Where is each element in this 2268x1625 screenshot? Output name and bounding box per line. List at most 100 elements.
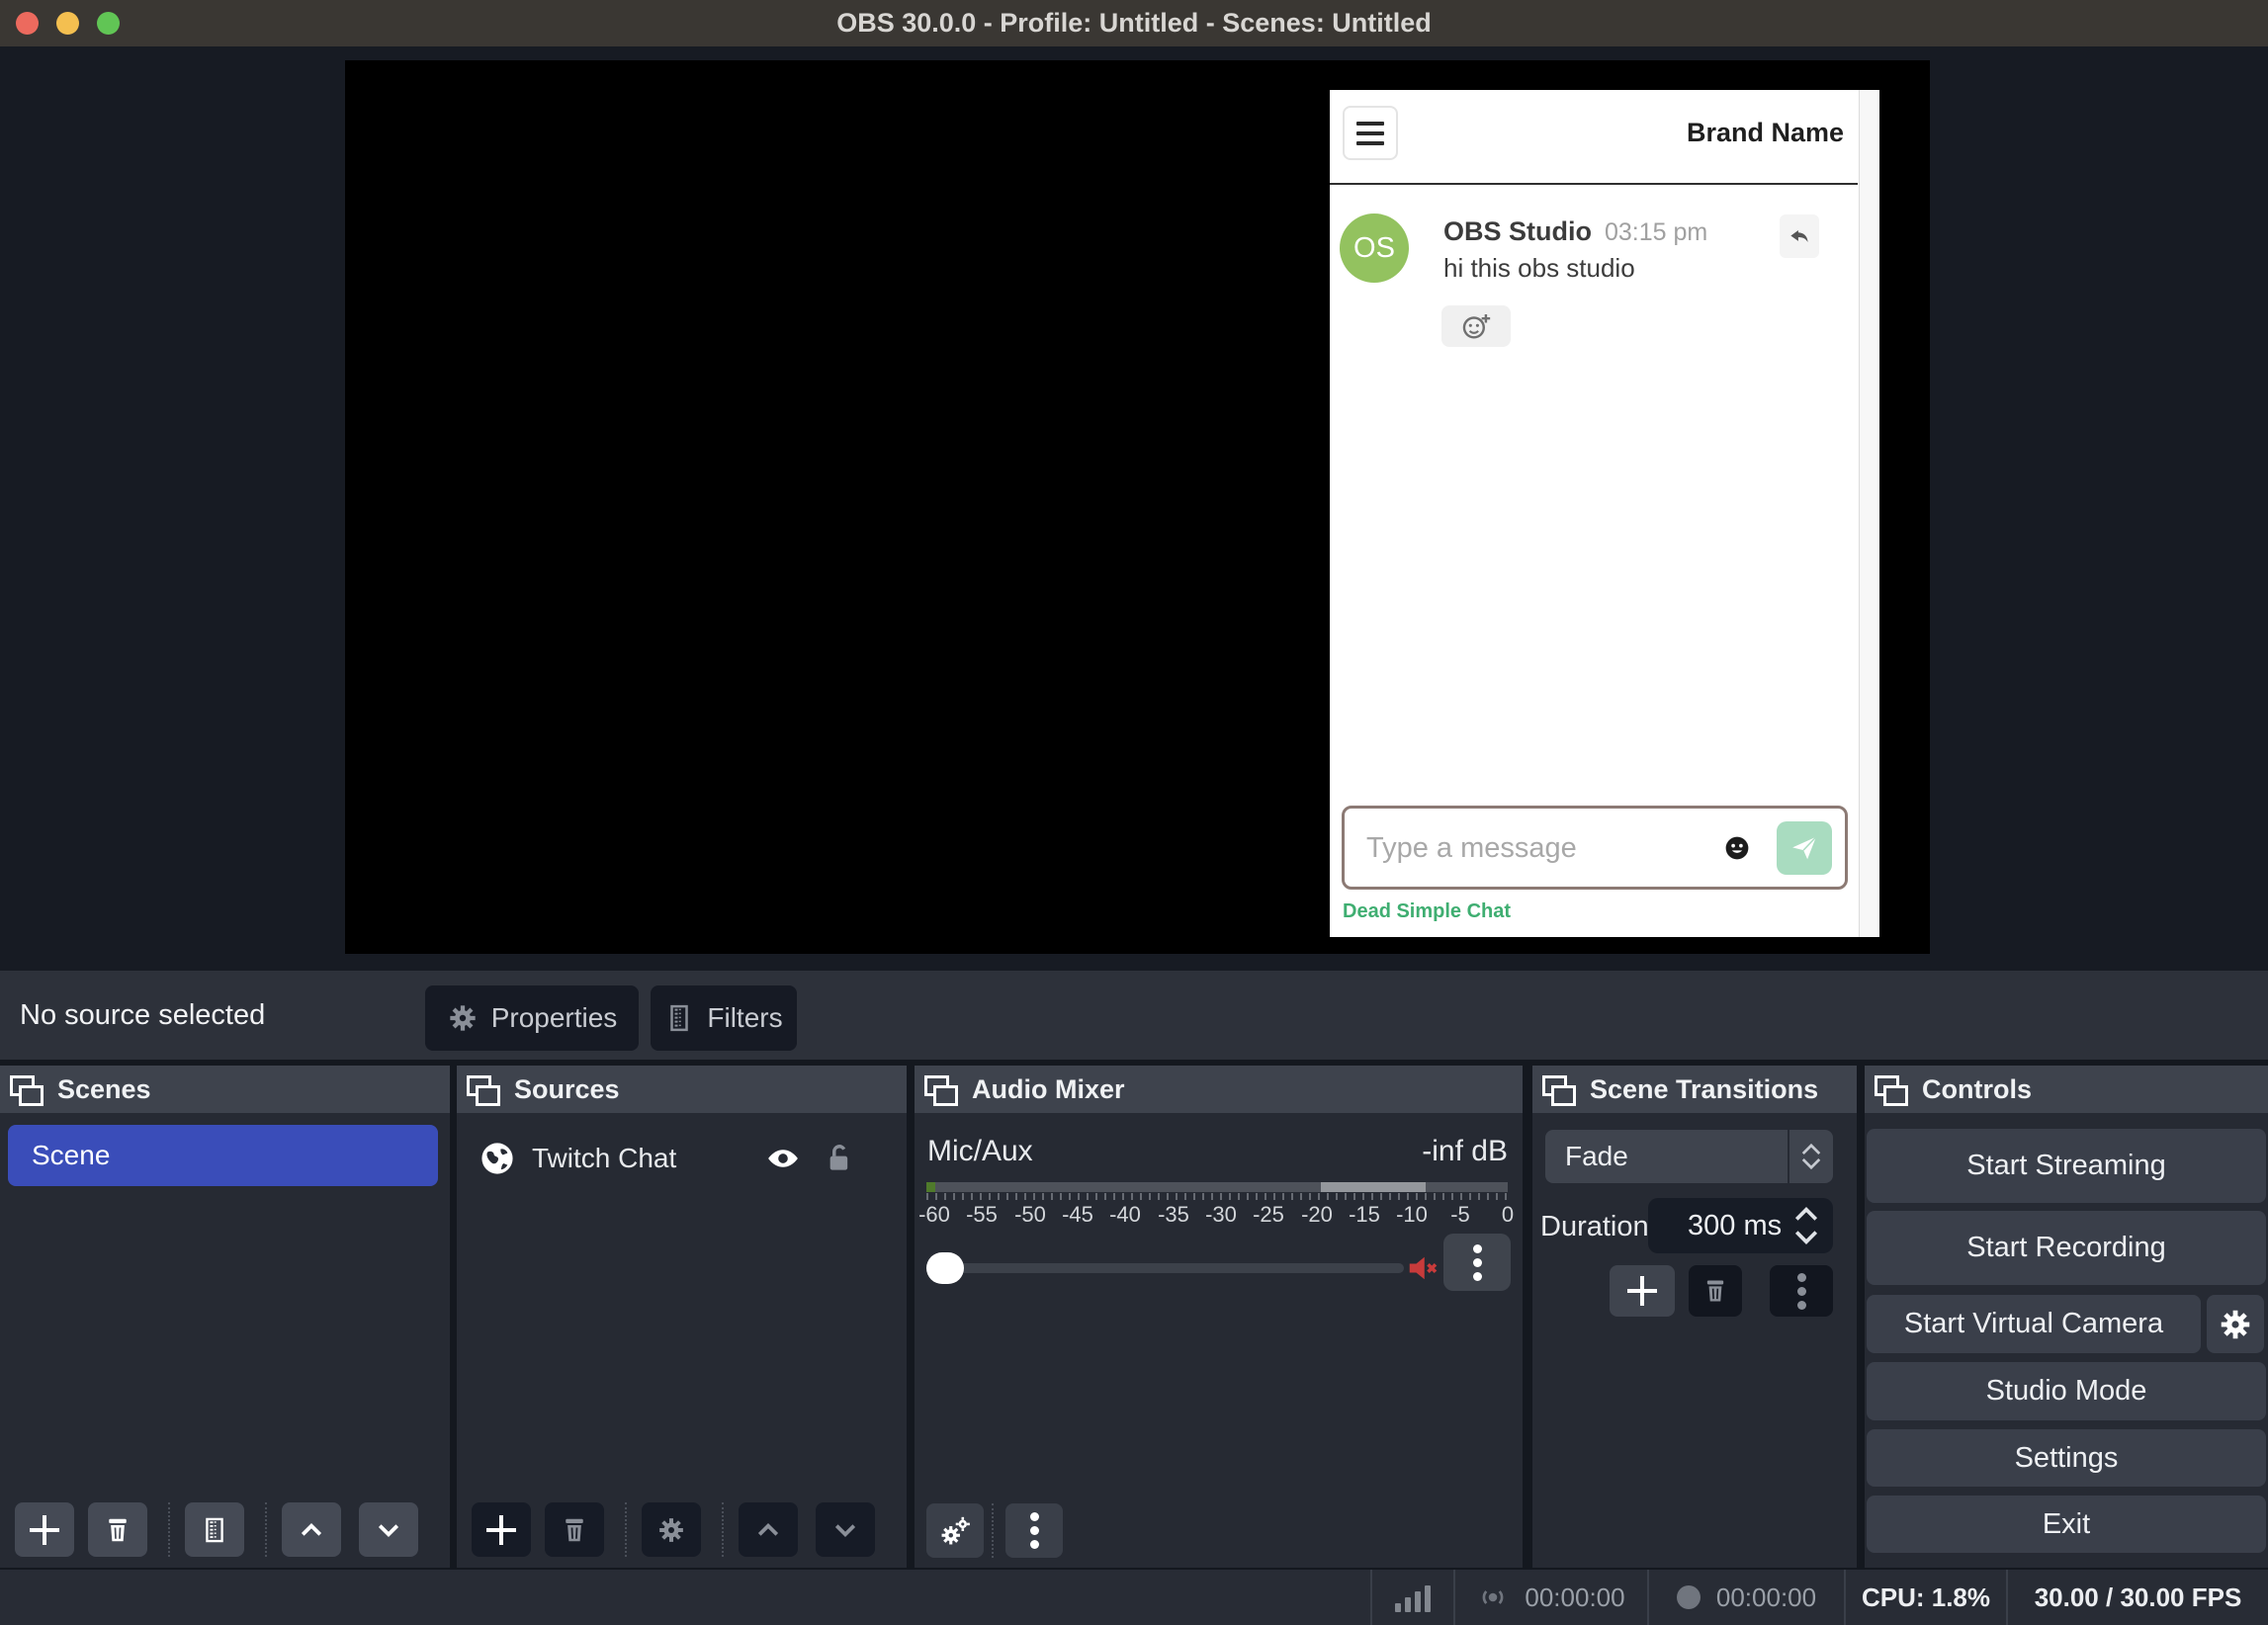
program-canvas[interactable]: Brand Name OS OBS Studio 03:15 pm hi thi…	[345, 60, 1930, 954]
toolbar-separator	[722, 1502, 724, 1557]
chat-provider-link[interactable]: Dead Simple Chat	[1343, 900, 1511, 923]
dock-icon	[924, 1074, 958, 1106]
hamburger-icon	[1356, 121, 1384, 126]
exit-button[interactable]: Exit	[1867, 1496, 2266, 1553]
move-source-up-button[interactable]	[739, 1502, 798, 1557]
scene-filters-button[interactable]	[185, 1502, 244, 1557]
volume-slider-track[interactable]	[926, 1263, 1404, 1273]
properties-button[interactable]: Properties	[425, 985, 639, 1051]
audio-level-db: -inf dB	[1422, 1135, 1508, 1167]
volume-meter-ticks	[926, 1193, 1508, 1200]
mute-icon[interactable]	[1406, 1250, 1441, 1286]
close-window-button[interactable]	[16, 12, 39, 35]
properties-label: Properties	[490, 1002, 618, 1033]
browser-source-icon	[481, 1143, 513, 1174]
status-bar: 00:00:00 00:00:00 CPU: 1.8% 30.00 / 30.0…	[0, 1570, 2268, 1625]
chat-scrollbar[interactable]	[1859, 90, 1879, 937]
start-recording-button[interactable]: Start Recording	[1867, 1211, 2266, 1285]
emoji-picker-icon[interactable]	[1724, 835, 1750, 861]
tick-label: -30	[1205, 1202, 1237, 1227]
kebab-menu-icon	[1472, 1240, 1482, 1286]
studio-mode-label: Studio Mode	[1985, 1375, 2147, 1407]
mixer-channel-menu-button[interactable]	[1443, 1234, 1511, 1291]
chat-widget-source[interactable]: Brand Name OS OBS Studio 03:15 pm hi thi…	[1330, 90, 1879, 937]
transition-properties-button[interactable]	[1770, 1265, 1833, 1317]
add-transition-button[interactable]	[1610, 1265, 1675, 1317]
move-source-down-button[interactable]	[816, 1502, 875, 1557]
audio-mixer-dock-header[interactable]: Audio Mixer	[915, 1066, 1523, 1113]
unlock-icon[interactable]	[826, 1143, 853, 1174]
cpu-usage: CPU: 1.8%	[1861, 1582, 1991, 1612]
exit-label: Exit	[2042, 1507, 2091, 1540]
move-scene-up-button[interactable]	[282, 1502, 341, 1557]
add-reaction-icon	[1462, 313, 1491, 339]
tick-label: -40	[1109, 1202, 1141, 1227]
stream-time: 00:00:00	[1525, 1582, 1625, 1612]
tick-label: 0	[1501, 1202, 1515, 1227]
tick-label: -55	[966, 1202, 998, 1227]
chat-brand-name: Brand Name	[1686, 118, 1844, 147]
mixer-menu-button[interactable]	[1005, 1503, 1063, 1558]
signal-bars-icon	[1395, 1582, 1431, 1612]
studio-mode-button[interactable]: Studio Mode	[1867, 1362, 2266, 1420]
duration-spinner[interactable]: 300 ms	[1648, 1198, 1833, 1253]
minimize-window-button[interactable]	[56, 12, 79, 35]
trash-icon	[109, 1518, 127, 1541]
volume-meter-warn-zone	[1321, 1182, 1426, 1192]
add-scene-button[interactable]	[15, 1502, 74, 1557]
kebab-menu-icon	[1796, 1268, 1806, 1315]
record-time-section: 00:00:00	[1647, 1570, 1844, 1625]
source-list-item[interactable]: Twitch Chat	[457, 1127, 907, 1190]
zoom-window-button[interactable]	[97, 12, 120, 35]
source-status-text: No source selected	[20, 999, 266, 1031]
tick-label: -15	[1349, 1202, 1380, 1227]
dock-icon	[10, 1074, 44, 1106]
tick-label: -35	[1158, 1202, 1189, 1227]
plus-icon	[30, 1514, 59, 1545]
settings-button[interactable]: Settings	[1867, 1429, 2266, 1487]
scene-list-item[interactable]: Scene	[8, 1125, 438, 1186]
scene-transitions-dock: Scene Transitions Fade Duration 300 ms	[1532, 1066, 1857, 1568]
dock-icon	[1542, 1074, 1576, 1106]
spinner-up-icon[interactable]	[1793, 1205, 1819, 1223]
controls-dock: Controls Start Streaming Start Recording…	[1865, 1066, 2268, 1568]
filters-button[interactable]: Filters	[651, 985, 797, 1051]
chevron-down-icon	[378, 1523, 399, 1537]
scenes-dock-header[interactable]: Scenes	[0, 1066, 450, 1113]
add-source-button[interactable]	[472, 1502, 531, 1557]
sources-dock-header[interactable]: Sources	[457, 1066, 907, 1113]
chevron-down-icon	[834, 1523, 856, 1537]
remove-scene-button[interactable]	[88, 1502, 147, 1557]
chevron-up-icon	[757, 1522, 779, 1536]
chat-menu-button[interactable]	[1343, 106, 1398, 160]
chat-message-input[interactable]: Type a message	[1342, 806, 1848, 890]
remove-source-button[interactable]	[545, 1502, 604, 1557]
send-message-button[interactable]	[1777, 821, 1832, 875]
scenes-dock: Scenes Scene	[0, 1066, 450, 1568]
transition-select[interactable]: Fade	[1545, 1130, 1833, 1183]
spinner-down-icon[interactable]	[1793, 1229, 1819, 1246]
record-time: 00:00:00	[1715, 1582, 1817, 1612]
virtual-camera-settings-button[interactable]	[2207, 1295, 2264, 1353]
double-gear-icon	[941, 1516, 970, 1544]
dock-icon	[467, 1074, 500, 1106]
source-properties-button[interactable]	[642, 1502, 701, 1557]
move-scene-down-button[interactable]	[359, 1502, 418, 1557]
toolbar-separator	[168, 1502, 170, 1557]
remove-transition-button[interactable]	[1689, 1265, 1742, 1317]
scene-transitions-dock-header[interactable]: Scene Transitions	[1532, 1066, 1857, 1113]
duration-label: Duration	[1540, 1211, 1649, 1242]
advanced-audio-properties-button[interactable]	[926, 1503, 984, 1558]
add-reaction-button[interactable]	[1441, 305, 1511, 347]
volume-slider-handle[interactable]	[926, 1252, 964, 1284]
start-streaming-button[interactable]: Start Streaming	[1867, 1129, 2266, 1203]
sources-dock-title: Sources	[514, 1073, 620, 1104]
tick-label: -45	[1062, 1202, 1093, 1227]
transition-select-value: Fade	[1565, 1141, 1628, 1171]
reply-button[interactable]	[1780, 214, 1819, 258]
gear-icon	[450, 1005, 476, 1031]
controls-dock-header[interactable]: Controls	[1865, 1066, 2268, 1113]
start-virtual-camera-button[interactable]: Start Virtual Camera	[1867, 1295, 2201, 1353]
visibility-eye-icon[interactable]	[766, 1142, 800, 1175]
cpu-usage-section: CPU: 1.8%	[1844, 1570, 2006, 1625]
